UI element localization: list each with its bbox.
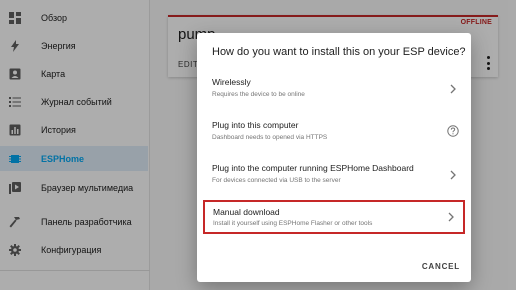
dialog-title: How do you want to install this on your … xyxy=(212,46,466,58)
option-title: Plug into this computer xyxy=(212,120,299,130)
cancel-button[interactable]: CANCEL xyxy=(422,262,460,271)
option-title: Manual download xyxy=(213,207,280,217)
option-plug-into-this-computer[interactable]: Plug into this computer Dashboard needs … xyxy=(201,114,467,152)
option-title: Plug into the computer running ESPHome D… xyxy=(212,163,414,173)
option-subtitle: Dashboard needs to opened via HTTPS xyxy=(212,134,328,141)
install-dialog: How do you want to install this on your … xyxy=(197,33,471,282)
option-subtitle: Requires the device to be online xyxy=(212,91,305,98)
chevron-right-icon xyxy=(448,212,454,222)
option-subtitle: Install it yourself using ESPHome Flashe… xyxy=(213,220,373,227)
option-wirelessly[interactable]: Wirelessly Requires the device to be onl… xyxy=(201,71,467,109)
option-manual-download[interactable]: Manual download Install it yourself usin… xyxy=(203,200,465,234)
help-circle-icon[interactable] xyxy=(447,125,459,137)
option-plug-into-dashboard-host[interactable]: Plug into the computer running ESPHome D… xyxy=(201,157,467,195)
chevron-right-icon xyxy=(450,84,456,94)
chevron-right-icon xyxy=(450,170,456,180)
option-subtitle: For devices connected via USB to the ser… xyxy=(212,177,341,184)
option-title: Wirelessly xyxy=(212,77,251,87)
